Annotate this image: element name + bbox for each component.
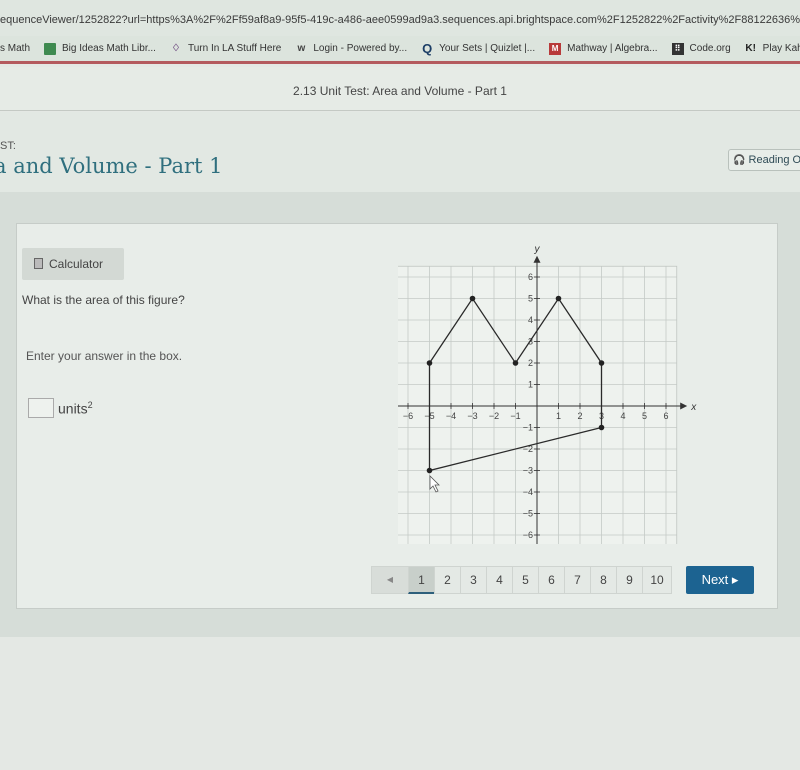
- test-label: ST:: [0, 140, 16, 152]
- headphones-icon: 🎧: [733, 155, 746, 166]
- page-4[interactable]: 4: [486, 566, 513, 594]
- vertex-point: [426, 360, 433, 366]
- page-title-bar: 2.13 Unit Test: Area and Volume - Part 1: [0, 67, 800, 111]
- page-2[interactable]: 2: [434, 566, 461, 594]
- question-instruction: Enter your answer in the box.: [26, 349, 183, 363]
- y-tick-label: −3: [523, 466, 533, 476]
- leaf-icon: ♢: [171, 42, 181, 54]
- y-tick-label: 4: [528, 315, 533, 325]
- w-logo-icon: w: [297, 42, 306, 54]
- x-tick-label: −1: [510, 411, 520, 421]
- page-8[interactable]: 8: [590, 566, 617, 594]
- bookmark-login[interactable]: w Login - Powered by...: [295, 43, 407, 55]
- page-6[interactable]: 6: [538, 566, 565, 594]
- vertex-point: [512, 360, 519, 366]
- y-tick-label: 5: [528, 294, 533, 304]
- next-button[interactable]: Next ▸: [686, 566, 754, 594]
- vertex-point: [598, 424, 605, 431]
- question-prompt: What is the area of this figure?: [22, 293, 185, 307]
- bookmark-turn-in-la[interactable]: ♢ Turn In LA Stuff Here: [170, 43, 281, 55]
- calculator-icon: [34, 258, 43, 269]
- bookmark-kahoot[interactable]: K! Play Kahoot! - Enter...: [745, 43, 800, 55]
- y-tick-label: −5: [523, 509, 533, 519]
- page-9[interactable]: 9: [616, 566, 643, 594]
- page-3[interactable]: 3: [460, 566, 487, 594]
- y-tick-label: 6: [528, 272, 533, 282]
- answer-input[interactable]: [28, 398, 54, 418]
- code-org-icon: ⠿: [671, 42, 684, 55]
- x-tick-label: −6: [403, 411, 413, 421]
- y-axis-arrow-up: [533, 255, 541, 263]
- y-tick-label: −4: [523, 487, 533, 497]
- pagination: ◀ 1 2 3 4 5 6 7 8 9 10: [371, 566, 672, 594]
- y-tick-label: 2: [528, 358, 533, 368]
- coordinate-graph: xy −6 −5 −4 −3 −2 −1 1 2 3 4 5 6654321−1−2−3−4−5−6: [398, 244, 697, 544]
- quizlet-q-icon: Q: [422, 40, 433, 56]
- x-tick-label: 1: [556, 411, 561, 421]
- bookmark-code-org[interactable]: ⠿ Code.org: [671, 42, 731, 55]
- vertex-point: [598, 360, 605, 366]
- url-text: equenceViewer/1252822?url=https%3A%2F%2F…: [0, 14, 800, 26]
- x-axis-label: x: [690, 402, 697, 413]
- test-title: a and Volume - Part 1: [0, 154, 223, 178]
- bookmark-big-ideas[interactable]: Big Ideas Math Libr...: [44, 42, 156, 55]
- x-axis-arrow-right: [680, 402, 688, 410]
- y-axis-label: y: [534, 244, 541, 255]
- prev-page-button[interactable]: ◀: [371, 566, 409, 594]
- y-tick-label: 1: [528, 380, 533, 390]
- calculator-button[interactable]: Calculator: [22, 248, 124, 280]
- address-bar[interactable]: equenceViewer/1252822?url=https%3A%2F%2F…: [0, 0, 800, 36]
- test-header: ST: a and Volume - Part 1 🎧 Reading Of: [0, 112, 800, 192]
- bookmark-quizlet[interactable]: Q Your Sets | Quizlet |...: [421, 40, 535, 56]
- units-label: units2: [58, 399, 93, 417]
- vertex-point: [426, 467, 433, 474]
- bookmark-math[interactable]: s Math: [0, 43, 30, 54]
- x-tick-label: 4: [620, 411, 625, 421]
- vertex-point: [469, 295, 476, 302]
- page-1[interactable]: 1: [408, 566, 435, 594]
- x-tick-label: −2: [489, 411, 499, 421]
- x-tick-label: −3: [467, 411, 477, 421]
- kahoot-icon: K!: [745, 42, 756, 54]
- y-tick-label: −1: [523, 423, 533, 433]
- page-5[interactable]: 5: [512, 566, 539, 594]
- page-title: 2.13 Unit Test: Area and Volume - Part 1: [293, 84, 507, 98]
- vertex-point: [555, 295, 562, 302]
- x-tick-label: 6: [663, 411, 668, 421]
- x-tick-label: 2: [577, 411, 582, 421]
- mathway-icon: M: [549, 42, 562, 55]
- page-10[interactable]: 10: [642, 566, 672, 594]
- y-tick-label: −6: [523, 530, 533, 540]
- x-tick-label: 5: [642, 411, 647, 421]
- answer-row: units2: [28, 398, 93, 418]
- reading-button[interactable]: 🎧 Reading Of: [728, 149, 800, 171]
- page-7[interactable]: 7: [564, 566, 591, 594]
- floppy-disk-icon: [44, 42, 57, 55]
- bookmark-mathway[interactable]: M Mathway | Algebra...: [549, 42, 658, 55]
- bookmarks-bar: s Math Big Ideas Math Libr... ♢ Turn In …: [0, 36, 800, 64]
- x-tick-label: −4: [446, 411, 456, 421]
